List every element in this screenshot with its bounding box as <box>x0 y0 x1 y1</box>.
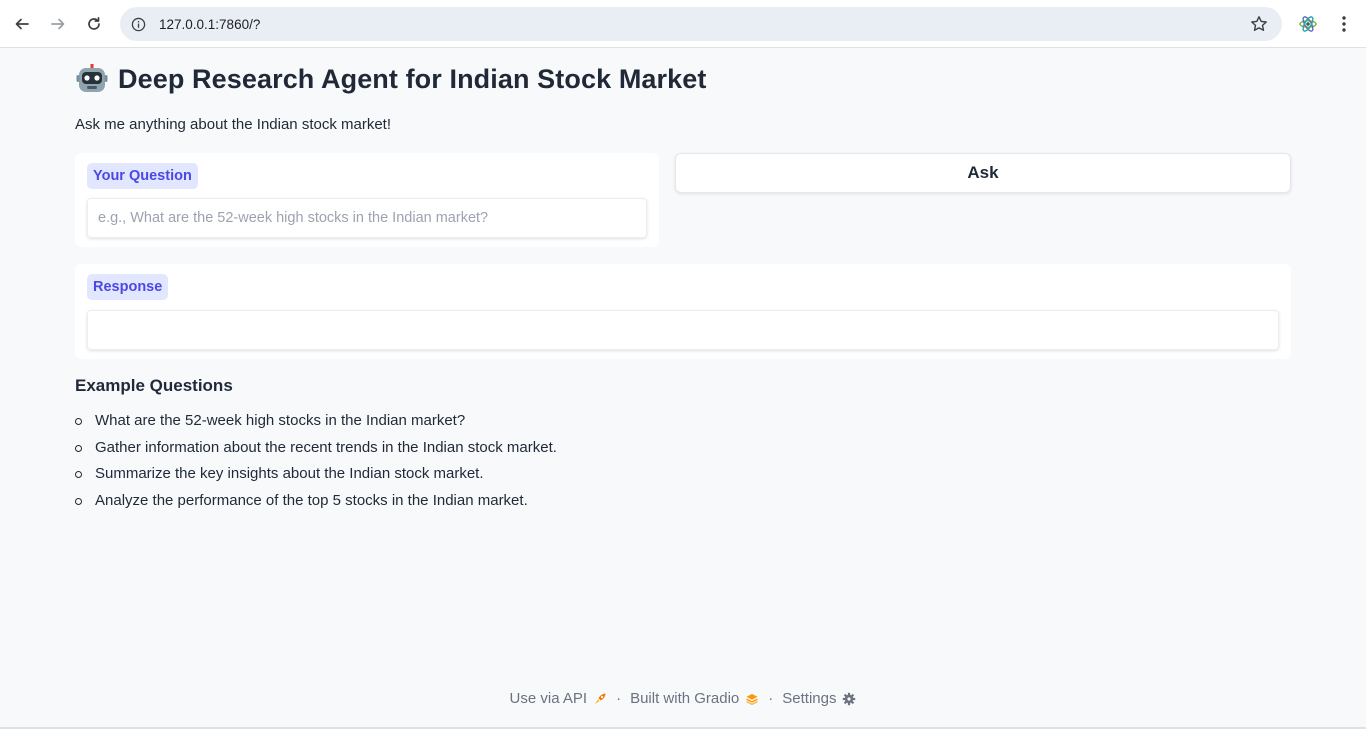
url-text: 127.0.0.1:7860/? <box>159 16 261 32</box>
gradio-logo-icon <box>746 693 759 705</box>
footer-separator: · <box>616 690 622 707</box>
example-question: Gather information about the recent tren… <box>95 438 557 456</box>
app-title: Deep Research Agent for Indian Stock Mar… <box>118 63 707 94</box>
reload-button[interactable] <box>80 10 108 38</box>
list-item: Gather information about the recent tren… <box>75 438 557 465</box>
arrow-right-icon <box>51 18 65 30</box>
examples-heading: Example Questions <box>75 376 233 395</box>
gradio-link-label: Built with Gradio <box>630 690 740 707</box>
bullet-icon <box>75 418 82 425</box>
list-item: What are the 52-week high stocks in the … <box>75 411 557 438</box>
response-panel: Response <box>75 264 1291 359</box>
settings-link-label: Settings <box>782 690 837 707</box>
robot-icon <box>76 64 108 92</box>
app-subtitle: Ask me anything about the Indian stock m… <box>75 116 392 133</box>
page-title: Deep Research Agent for Indian Stock Mar… <box>76 63 706 95</box>
extension-icon[interactable] <box>1298 14 1318 34</box>
example-question: What are the 52-week high stocks in the … <box>95 412 466 429</box>
examples-list: What are the 52-week high stocks in the … <box>75 411 557 517</box>
ask-button[interactable]: Ask <box>675 153 1291 193</box>
bullet-icon <box>75 471 82 478</box>
rocket-icon <box>595 693 606 704</box>
footer-separator: · <box>768 690 774 707</box>
response-output[interactable] <box>88 311 1278 349</box>
bullet-icon <box>75 497 82 505</box>
gear-icon <box>843 692 856 705</box>
api-link-label: Use via API <box>509 690 588 707</box>
bookmark-star-icon[interactable] <box>1250 15 1268 33</box>
question-panel: Your Question <box>75 153 659 247</box>
back-button[interactable] <box>8 10 36 38</box>
list-item: Summarize the key insights about the Ind… <box>75 464 557 491</box>
use-via-api-link[interactable]: Use via API <box>510 690 608 707</box>
footer: Use via API · Built with Gradio · Settin… <box>0 690 1366 707</box>
question-input[interactable] <box>88 199 646 237</box>
response-label: Response <box>87 274 169 300</box>
browser-menu-icon[interactable] <box>1336 14 1352 34</box>
reload-icon <box>88 16 100 30</box>
settings-link[interactable]: Settings <box>782 690 856 707</box>
question-label: Your Question <box>87 163 198 189</box>
bullet-icon <box>75 444 82 452</box>
built-with-gradio-link[interactable]: Built with Gradio <box>630 690 759 707</box>
browser-toolbar: 127.0.0.1:7860/? <box>0 0 1366 48</box>
example-question: Summarize the key insights about the Ind… <box>95 465 484 482</box>
example-question: Analyze the performance of the top 5 sto… <box>95 491 528 509</box>
question-field[interactable] <box>87 198 647 238</box>
forward-button[interactable] <box>44 10 72 38</box>
site-info-icon[interactable] <box>130 16 146 32</box>
arrow-left-icon <box>15 18 29 30</box>
list-item: Analyze the performance of the top 5 sto… <box>75 491 557 518</box>
address-bar[interactable]: 127.0.0.1:7860/? <box>120 7 1282 41</box>
response-field[interactable] <box>87 310 1279 350</box>
